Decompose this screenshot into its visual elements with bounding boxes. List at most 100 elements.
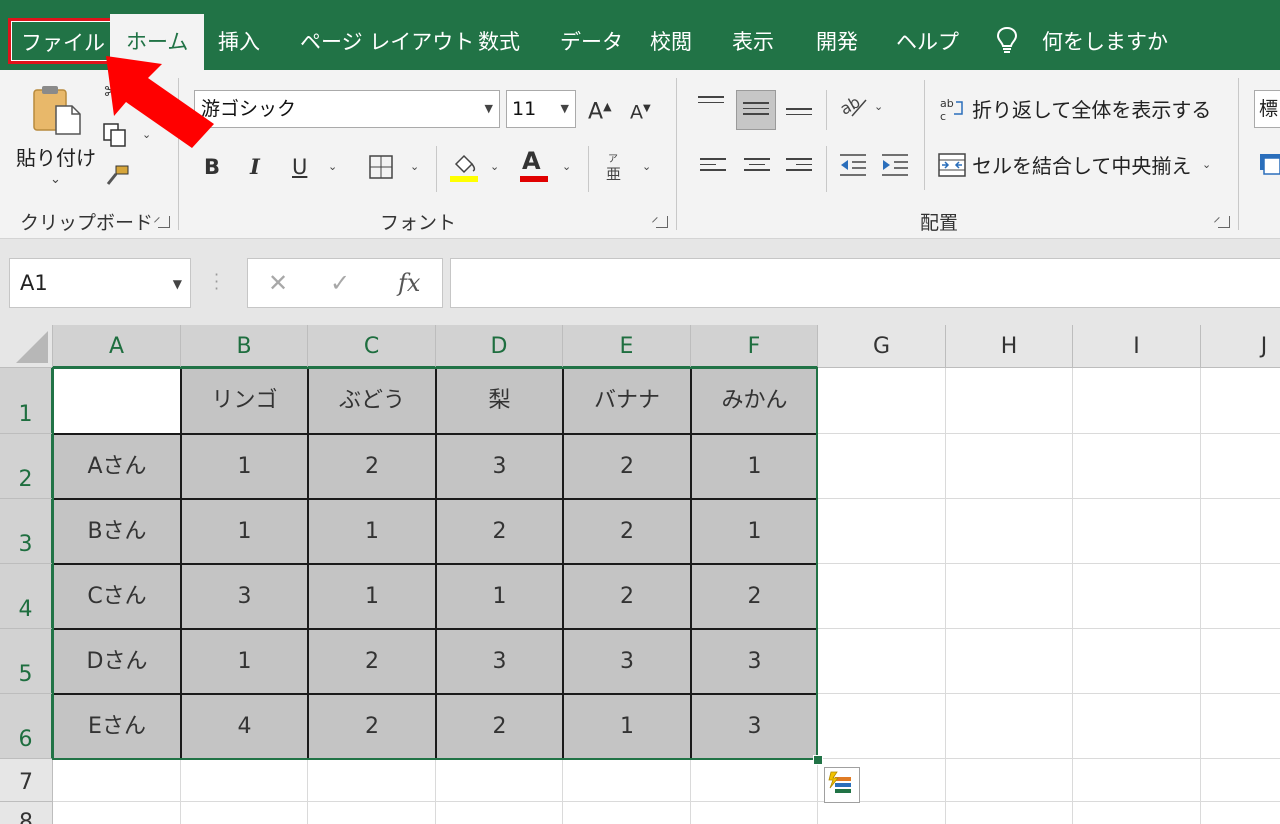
name-box[interactable]: A1 ▼ [9, 258, 191, 308]
chevron-down-icon[interactable]: ▼ [561, 91, 569, 127]
chevron-down-icon[interactable]: ⌄ [1202, 158, 1211, 171]
gridline [53, 801, 1280, 802]
svg-text:ア: ア [608, 154, 618, 165]
row-number: 6 [18, 727, 33, 752]
row-header-6[interactable]: 6 [0, 694, 53, 759]
tab-page-layout[interactable]: ページ レイアウト [300, 14, 474, 70]
quick-analysis-icon [828, 771, 851, 793]
fill-handle[interactable] [813, 755, 823, 765]
chevron-down-icon[interactable]: ▼ [485, 91, 493, 127]
chevron-down-icon[interactable]: ⌄ [50, 172, 61, 187]
italic-button[interactable]: I [250, 152, 260, 182]
text-orientation-icon[interactable]: ab [838, 92, 870, 120]
merge-center-icon[interactable] [938, 152, 966, 178]
column-header-i[interactable]: I [1073, 325, 1201, 368]
enter-icon[interactable]: ✓ [330, 269, 350, 297]
column-header-h[interactable]: H [946, 325, 1073, 368]
align-top-icon[interactable] [698, 92, 724, 107]
column-header-g[interactable]: G [818, 325, 946, 368]
column-header-e[interactable]: E [563, 325, 691, 368]
svg-text:ab: ab [940, 97, 954, 110]
lightbulb-icon [996, 26, 1018, 53]
selection-outline [52, 367, 818, 760]
tell-me-search[interactable]: 何をしますか [1042, 14, 1168, 70]
align-right-icon[interactable] [786, 154, 812, 175]
quick-analysis-button[interactable] [824, 767, 860, 803]
gridline [1072, 368, 1073, 824]
dialog-launcher-icon[interactable] [1218, 216, 1230, 228]
column-header-b[interactable]: B [181, 325, 308, 368]
row-number: 7 [19, 770, 33, 795]
group-label-clipboard: クリップボード [20, 212, 154, 234]
row-header-2[interactable]: 2 [0, 434, 53, 499]
row-number: 4 [18, 597, 33, 622]
number-format-select[interactable]: 標 [1254, 90, 1280, 128]
paste-icon[interactable] [30, 84, 82, 136]
font-name-select[interactable]: 游ゴシック ▼ [194, 90, 500, 128]
tab-help[interactable]: ヘルプ [896, 14, 959, 70]
currency-format-icon[interactable] [1258, 150, 1280, 176]
chevron-down-icon[interactable]: ⌄ [490, 160, 499, 173]
chevron-down-icon[interactable]: ⌄ [410, 160, 419, 173]
row-header-8[interactable]: 8 [0, 802, 53, 824]
align-bottom-icon[interactable] [786, 104, 812, 119]
gridline [945, 368, 946, 824]
select-all-button[interactable] [0, 325, 53, 368]
merge-center-button[interactable]: セルを結合して中央揃え [972, 150, 1191, 179]
tab-view[interactable]: 表示 [732, 14, 774, 70]
borders-icon[interactable] [368, 154, 394, 180]
tab-review[interactable]: 校閲 [650, 14, 692, 70]
align-center-icon[interactable] [744, 154, 770, 175]
row-number: 3 [18, 532, 33, 557]
row-header-3[interactable]: 3 [0, 499, 53, 564]
column-header-j[interactable]: J [1201, 325, 1280, 368]
chevron-down-icon[interactable]: ⌄ [562, 160, 571, 173]
wrap-text-button[interactable]: 折り返して全体を表示する [972, 94, 1211, 123]
chevron-down-icon[interactable]: ▼ [173, 261, 182, 307]
row-number: 1 [18, 402, 33, 427]
column-header-f[interactable]: F [691, 325, 818, 368]
tab-developer[interactable]: 開発 [816, 14, 858, 70]
decrease-indent-icon[interactable] [838, 152, 868, 178]
dialog-launcher-icon[interactable] [656, 216, 668, 228]
chevron-down-icon[interactable]: ⌄ [874, 100, 883, 113]
row-header-1[interactable]: 1 [0, 368, 53, 434]
row-header-7[interactable]: 7 [0, 759, 53, 802]
row-header-4[interactable]: 4 [0, 564, 53, 629]
group-divider [588, 146, 589, 192]
chevron-down-icon[interactable]: ⌄ [642, 160, 651, 173]
chevron-down-icon[interactable]: ⌄ [328, 160, 337, 173]
insert-function-button[interactable]: fx [398, 269, 420, 297]
underline-button[interactable]: U [292, 152, 307, 182]
format-painter-icon[interactable] [104, 164, 132, 188]
decrease-font-glyph: A [630, 101, 643, 124]
increase-indent-icon[interactable] [880, 152, 910, 178]
decrease-font-size-button[interactable]: A▼ [630, 94, 651, 124]
row-number: 8 [19, 810, 33, 824]
dialog-launcher-icon[interactable] [158, 216, 170, 228]
column-header-c[interactable]: C [308, 325, 436, 368]
paste-button[interactable]: 貼り付け [16, 142, 96, 171]
name-box-value: A1 [20, 271, 48, 295]
cancel-icon[interactable]: ✕ [268, 269, 288, 297]
font-size-select[interactable]: 11 ▼ [506, 90, 576, 128]
worksheet-grid[interactable]: A B C D E F G H I J 1 2 3 4 5 6 7 8 リンゴ ぶどう梨バナナ みかん Aさん 1 2 3 2 1 B… [0, 325, 1280, 824]
wrap-text-icon[interactable]: ab c [940, 96, 966, 122]
formula-bar-grip[interactable]: · · · [214, 267, 220, 297]
align-left-icon[interactable] [700, 154, 726, 175]
column-header-a[interactable]: A [53, 325, 181, 368]
fill-color-icon[interactable] [450, 150, 480, 182]
font-color-swatch [520, 176, 548, 182]
tab-formulas[interactable]: 数式 [478, 14, 520, 70]
tab-data[interactable]: データ [560, 14, 623, 70]
gridline [1200, 368, 1201, 824]
column-header-d[interactable]: D [436, 325, 563, 368]
phonetic-guide-icon[interactable]: ア 亜 [604, 152, 626, 182]
font-color-button[interactable]: A [522, 146, 541, 176]
bold-button[interactable]: B [204, 152, 220, 182]
formula-input[interactable] [450, 258, 1280, 308]
group-divider [826, 90, 827, 130]
increase-font-size-button[interactable]: A▲ [588, 92, 612, 124]
row-header-5[interactable]: 5 [0, 629, 53, 694]
tab-insert[interactable]: 挿入 [218, 14, 260, 70]
